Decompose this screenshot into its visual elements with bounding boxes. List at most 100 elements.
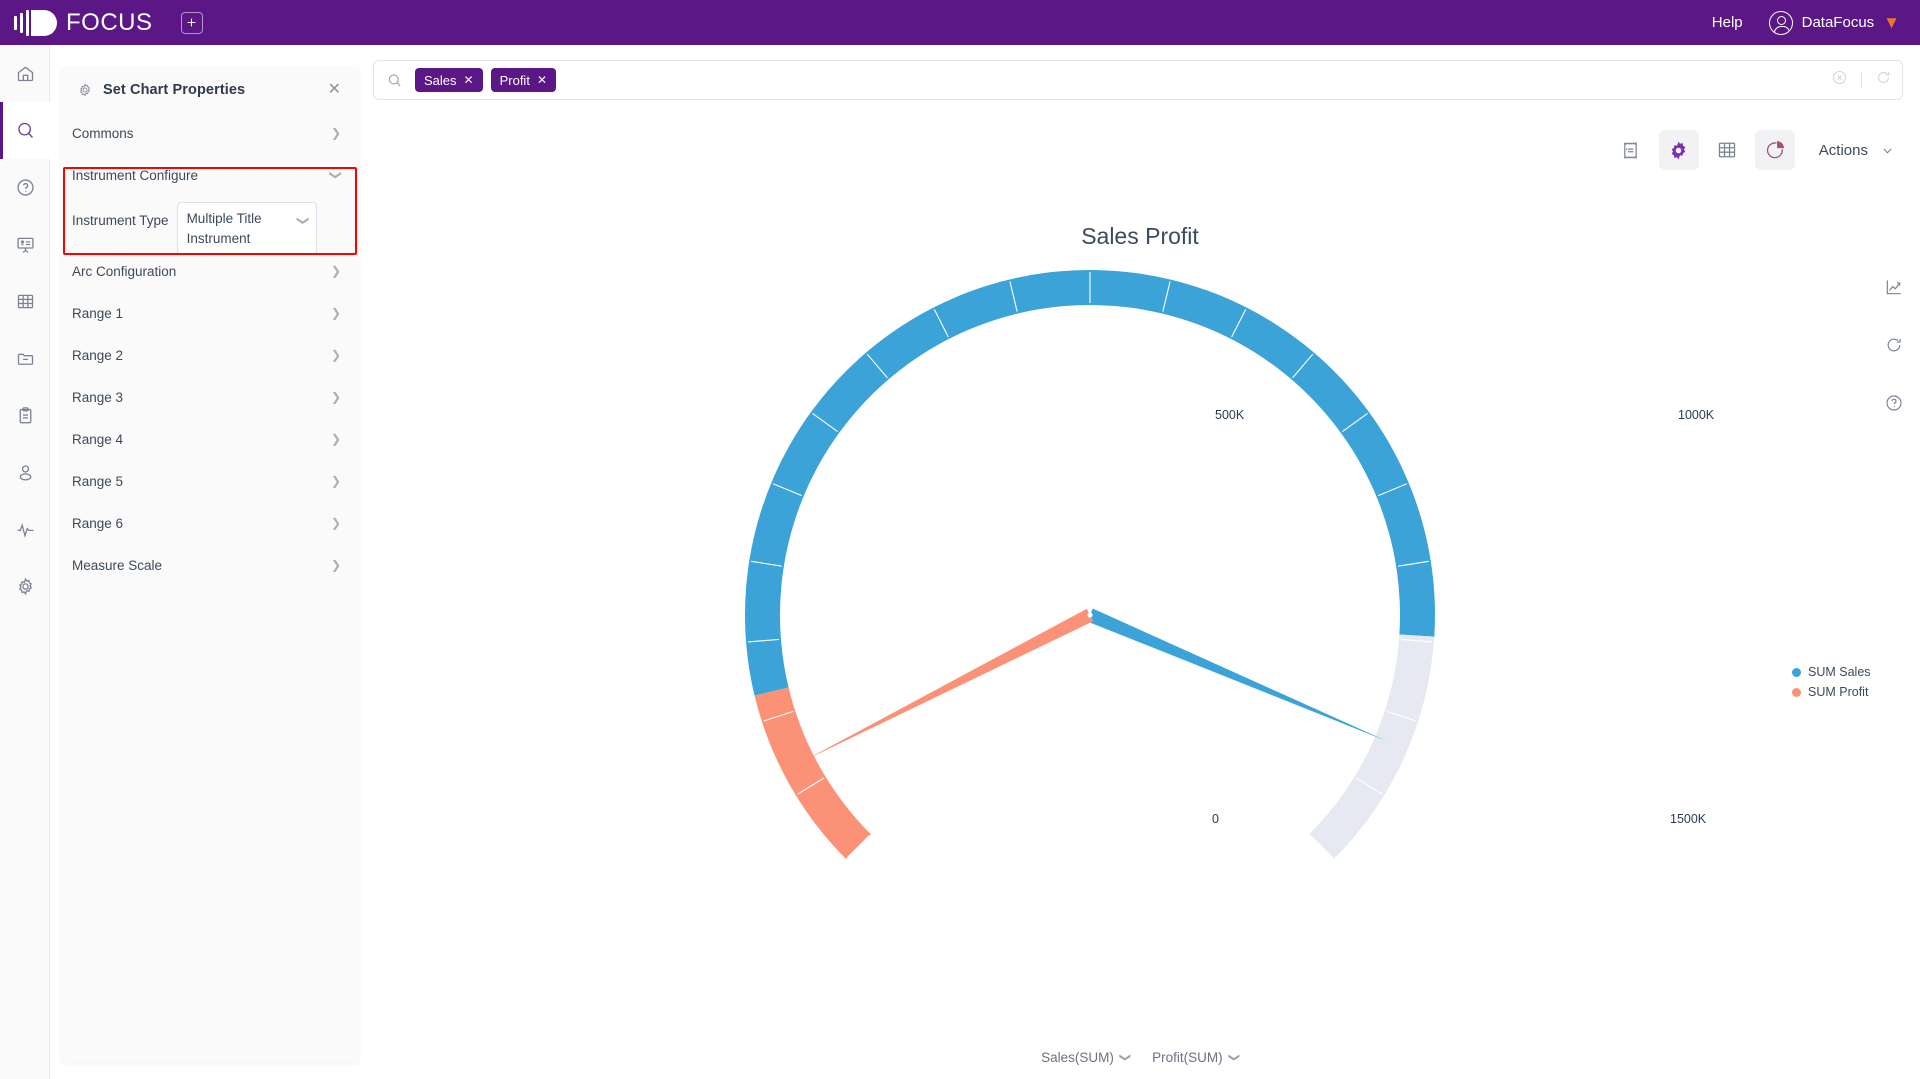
legend-color-swatch	[1792, 667, 1801, 677]
sidebar-item-home[interactable]	[0, 45, 50, 102]
chevron-right-icon: ❯	[330, 516, 341, 530]
panel-section-range-5[interactable]: Range 5 ❯	[61, 460, 359, 502]
gauge-tick-0: 0	[1212, 812, 1219, 826]
panel-section-range-4[interactable]: Range 4 ❯	[61, 418, 359, 460]
instrument-type-value: Multiple Title Instrument	[186, 211, 262, 246]
section-label: Commons	[72, 125, 134, 141]
refresh-icon[interactable]	[1875, 69, 1892, 91]
legend-label: SUM Sales	[1808, 665, 1871, 679]
gear-icon	[77, 82, 93, 98]
remainder-arc	[1309, 634, 1435, 859]
search-chip-sales[interactable]: Sales ✕	[415, 68, 483, 92]
sidebar-item-search[interactable]	[0, 102, 50, 159]
panel-section-instrument-configure[interactable]: Instrument Configure ❯	[61, 154, 359, 196]
receipt-icon	[1624, 141, 1638, 159]
instrument-type-select[interactable]: Multiple Title Instrument ❯	[176, 202, 317, 256]
sales-arc	[745, 269, 1435, 696]
legend-label: SUM Profit	[1808, 685, 1869, 699]
panel-header: Set Chart Properties ✕	[61, 67, 359, 112]
panel-section-measure-scale[interactable]: Measure Scale ❯	[61, 544, 359, 586]
plus-icon	[187, 18, 196, 27]
gauge-tick-1500K: 1500K	[1670, 812, 1707, 826]
panel-section-range-1[interactable]: Range 1 ❯	[61, 292, 359, 334]
user-icon	[19, 465, 31, 481]
clear-circle-icon[interactable]	[1831, 69, 1848, 91]
user-menu[interactable]: DataFocus ▼	[1768, 10, 1900, 35]
instrument-type-label: Instrument Type	[72, 213, 169, 228]
sidebar-item-table[interactable]	[0, 273, 50, 330]
clipboard-icon	[19, 407, 31, 424]
profit-arc	[754, 687, 871, 859]
search-bar[interactable]: Sales ✕ Profit ✕	[373, 60, 1903, 100]
sidebar-item-monitoring[interactable]	[0, 501, 50, 558]
home-icon	[17, 66, 33, 82]
legend-color-swatch	[1792, 687, 1801, 697]
brand-logo[interactable]: FOCUS	[14, 9, 153, 37]
gauge-tick-500K: 500K	[1215, 408, 1245, 422]
panel-section-arc-configuration[interactable]: Arc Configuration ❯	[61, 250, 359, 292]
pulse-icon	[17, 522, 33, 538]
section-label: Measure Scale	[72, 557, 163, 573]
chevron-down-icon: ❯	[1227, 1052, 1240, 1063]
main-content: Sales ✕ Profit ✕ Actions Sales Profit 50…	[360, 45, 1920, 1079]
legend-item-sum-profit[interactable]: SUM Profit	[1792, 682, 1902, 702]
sidebar-item-folder[interactable]	[0, 330, 50, 387]
sidebar-item-presentation[interactable]	[0, 216, 50, 273]
presentation-icon	[16, 237, 34, 253]
pie-chart-icon	[1766, 141, 1784, 159]
gauge-svg	[745, 269, 1435, 859]
chevron-right-icon: ❯	[330, 126, 341, 140]
folder-icon	[17, 353, 33, 365]
help-link[interactable]: Help	[1712, 14, 1743, 31]
sidebar-item-settings[interactable]	[0, 558, 50, 615]
section-label: Range 5	[72, 473, 124, 489]
chart-toolbar: Actions	[1611, 130, 1895, 170]
chevron-down-icon: ❯	[1119, 1052, 1132, 1063]
close-icon[interactable]: ✕	[537, 73, 547, 87]
measure-selector-profit[interactable]: Profit(SUM) ❯	[1152, 1050, 1240, 1065]
section-label: Instrument Configure	[72, 167, 199, 183]
chip-label: Sales	[424, 72, 457, 88]
gauge-tick-1000K: 1000K	[1678, 408, 1715, 422]
toolbar-button-settings[interactable]	[1658, 130, 1699, 170]
sidebar-item-user[interactable]	[0, 444, 50, 501]
panel-section-range-6[interactable]: Range 6 ❯	[61, 502, 359, 544]
actions-label: Actions	[1818, 141, 1868, 159]
sidebar-item-clipboard[interactable]	[0, 387, 50, 444]
avatar	[1768, 10, 1793, 35]
page-title: Set Chart Properties	[103, 81, 246, 98]
section-label: Range 1	[72, 305, 124, 321]
new-tab-button[interactable]	[180, 11, 203, 34]
section-label: Arc Configuration	[72, 263, 177, 279]
toolbar-button-chart-type[interactable]	[1754, 130, 1795, 170]
chevron-right-icon: ❯	[330, 558, 341, 572]
chart-properties-panel: Set Chart Properties ✕ Commons ❯ Instrum…	[61, 67, 359, 1063]
measure-label: Sales(SUM)	[1041, 1050, 1114, 1065]
sidebar-item-help[interactable]	[0, 159, 50, 216]
user-name: DataFocus	[1801, 14, 1875, 31]
close-icon[interactable]: ✕	[328, 81, 341, 98]
panel-section-commons[interactable]: Commons ❯	[61, 112, 359, 154]
search-icon	[17, 122, 33, 138]
panel-section-range-3[interactable]: Range 3 ❯	[61, 376, 359, 418]
actions-menu[interactable]: Actions	[1819, 142, 1895, 159]
panel-section-range-2[interactable]: Range 2 ❯	[61, 334, 359, 376]
close-icon[interactable]: ✕	[464, 73, 474, 87]
vip-badge-icon: ▼	[1883, 12, 1900, 32]
toolbar-button-receipt[interactable]	[1611, 130, 1651, 170]
chevron-right-icon: ❯	[330, 306, 341, 320]
search-chip-profit[interactable]: Profit ✕	[490, 68, 556, 92]
chevron-right-icon: ❯	[330, 348, 341, 362]
measure-selectors: Sales(SUM) ❯ Profit(SUM) ❯	[360, 1050, 1920, 1065]
chevron-down-icon: ❯	[328, 169, 343, 181]
chevron-right-icon: ❯	[330, 432, 341, 446]
gear-icon	[1671, 140, 1686, 160]
measure-selector-sales[interactable]: Sales(SUM) ❯	[1041, 1050, 1132, 1065]
focus-logo-icon	[14, 9, 58, 36]
gauge-needles	[803, 608, 1387, 762]
chevron-right-icon: ❯	[330, 474, 341, 488]
gauge-chart: 500K 1000K 0 1500K	[360, 245, 1920, 1035]
legend-item-sum-sales[interactable]: SUM Sales	[1792, 662, 1902, 682]
gauge-needle-sum-profit	[803, 608, 1094, 762]
toolbar-button-table[interactable]	[1707, 130, 1747, 170]
